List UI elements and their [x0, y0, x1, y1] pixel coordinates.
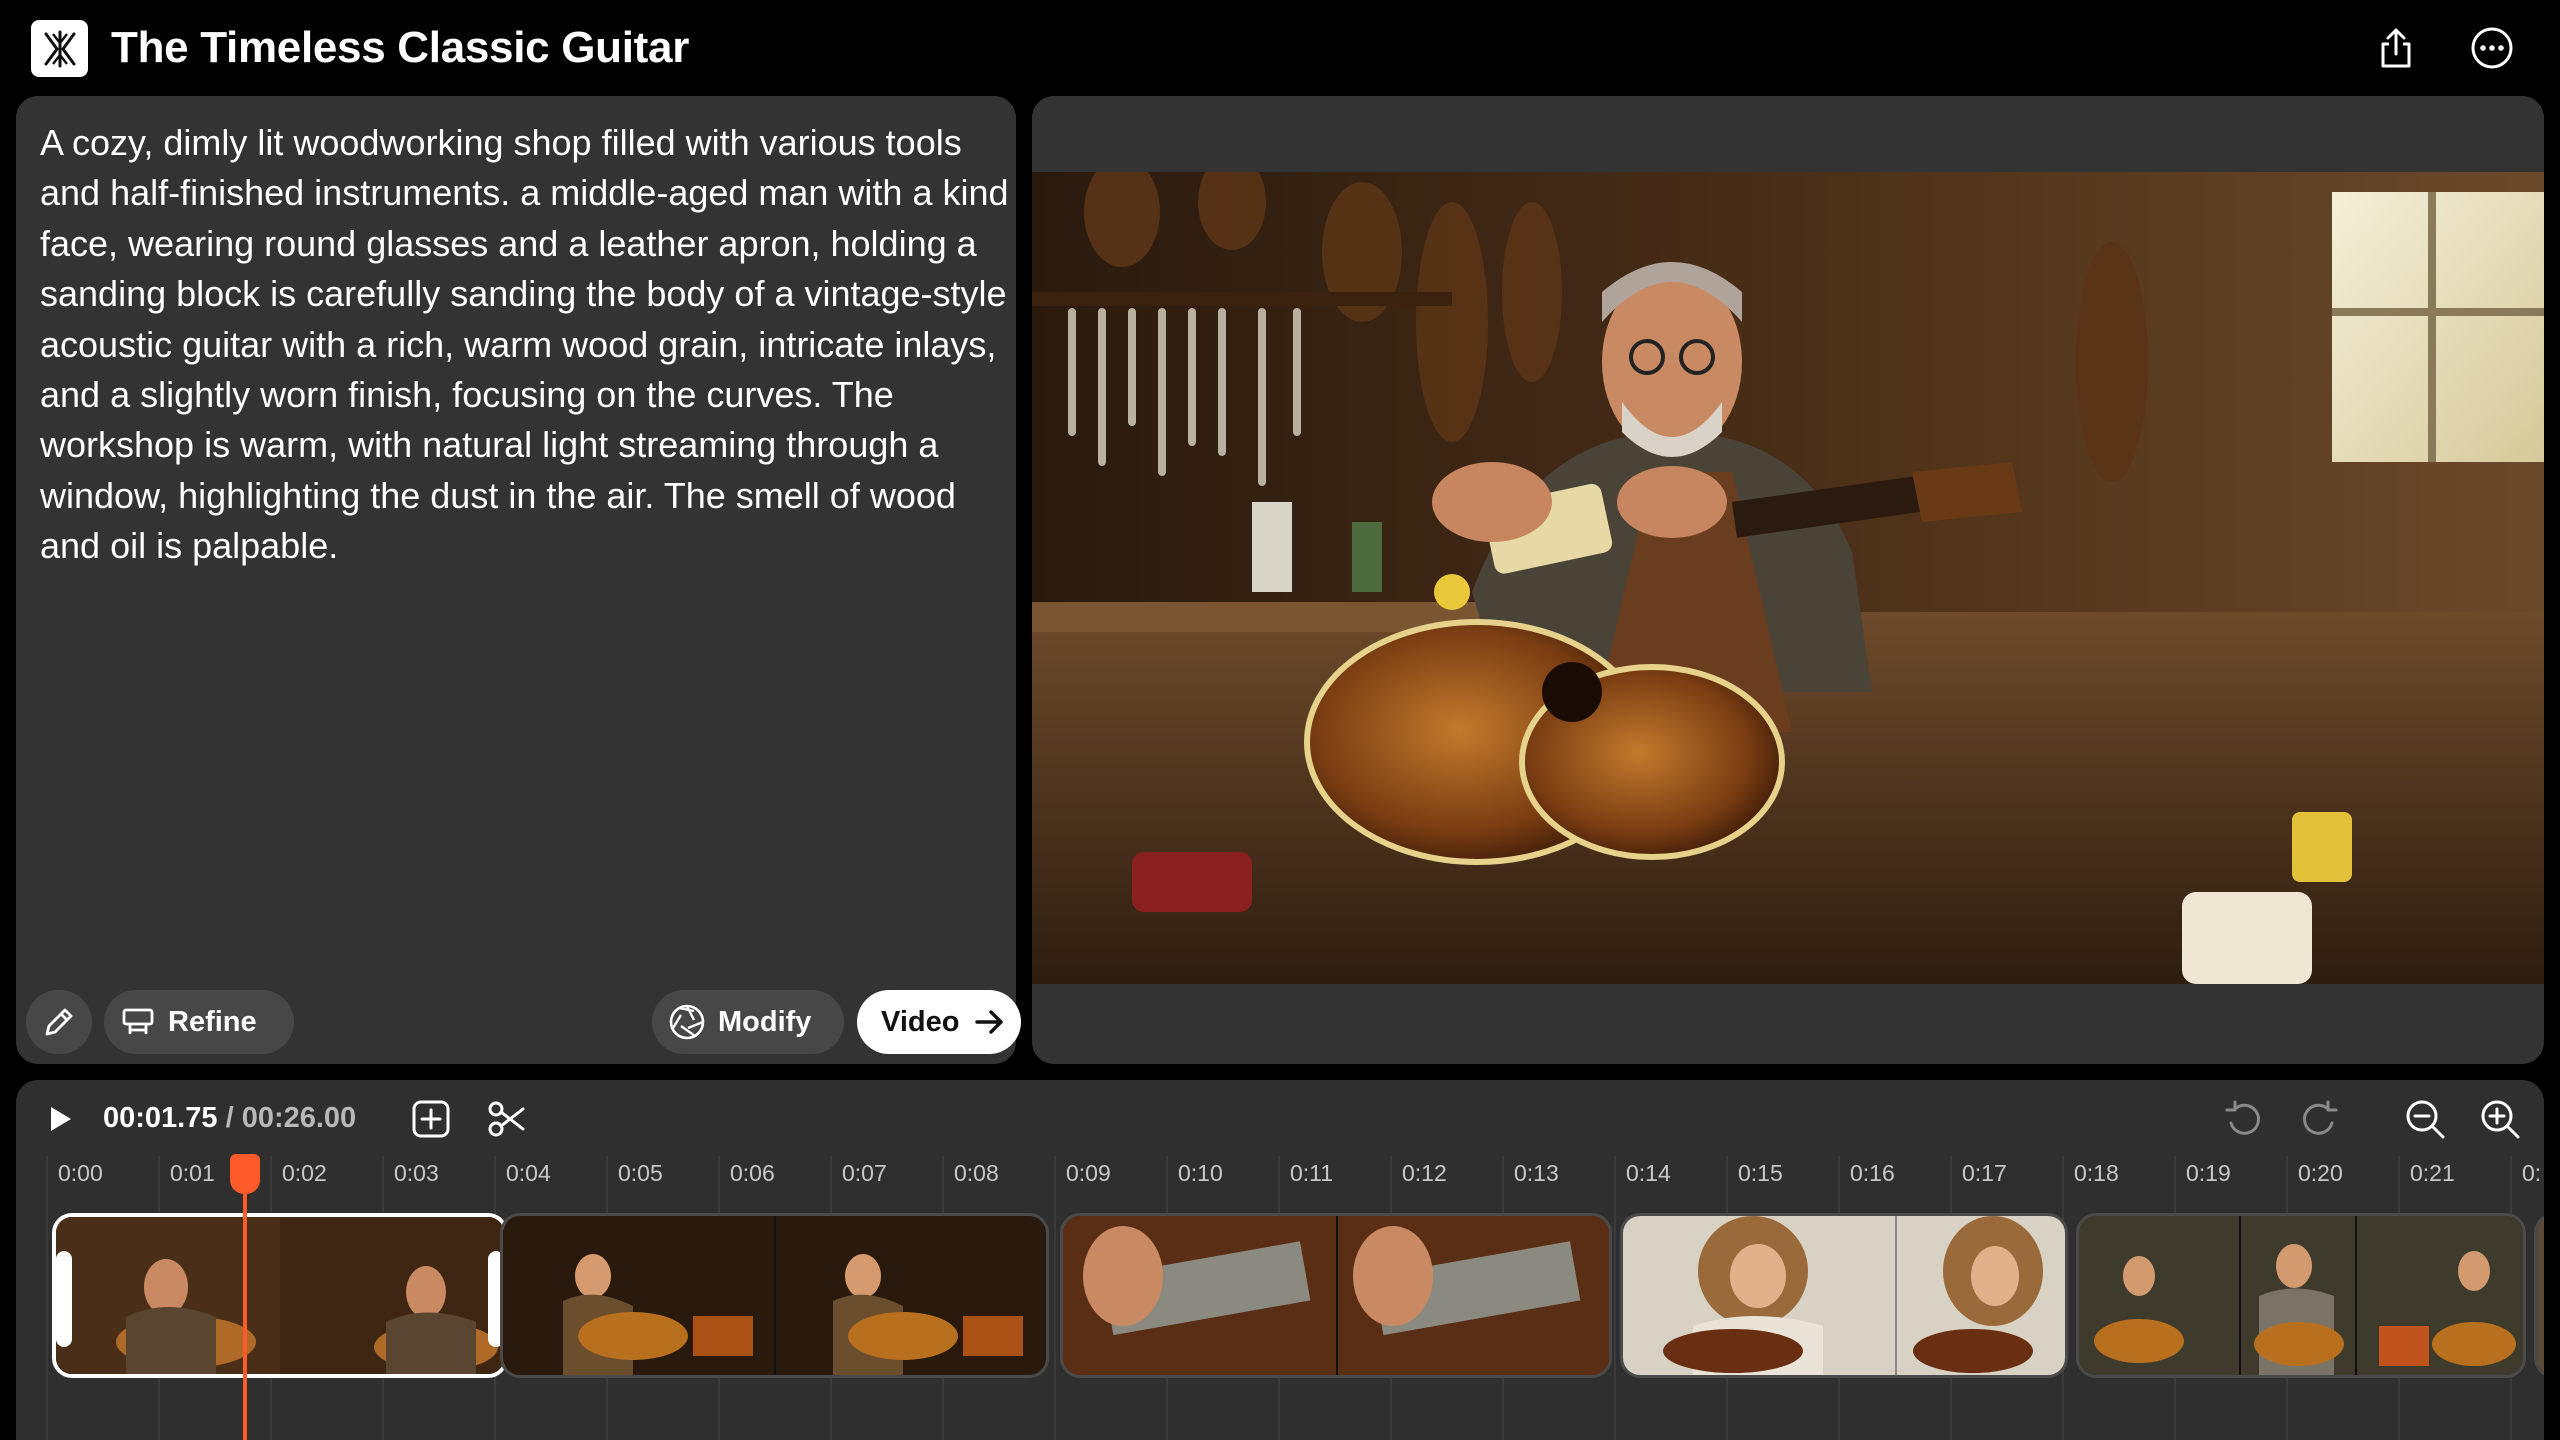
pencil-icon	[45, 1008, 73, 1036]
prompt-text[interactable]: A cozy, dimly lit woodworking shop fille…	[40, 118, 1010, 572]
redo-icon	[2303, 1100, 2338, 1135]
preview-image[interactable]	[1032, 172, 2544, 984]
tick-label: 0:03	[394, 1160, 439, 1186]
zoom-in-button[interactable]	[2475, 1094, 2525, 1144]
modify-button[interactable]: Modify	[652, 990, 844, 1054]
video-label: Video	[881, 1005, 960, 1038]
add-clip-button[interactable]	[406, 1094, 456, 1144]
more-options-icon[interactable]	[2466, 22, 2518, 74]
tick-label: 0:14	[1626, 1160, 1671, 1186]
undo-icon	[2225, 1100, 2260, 1135]
generate-video-button[interactable]: Video	[857, 990, 1021, 1054]
tick-label: 0:19	[2186, 1160, 2231, 1186]
tick-label: 0:13	[1514, 1160, 1559, 1186]
zoom-out-button[interactable]	[2400, 1094, 2450, 1144]
time-readout: 00:01.75 / 00:26.00	[103, 1098, 356, 1138]
plus-square-icon	[412, 1100, 450, 1138]
zoom-out-icon	[2406, 1100, 2445, 1139]
tick-line	[46, 1156, 48, 1440]
clip-luthier-sanding-guitar[interactable]	[52, 1213, 508, 1378]
tick-label: 0:21	[2410, 1160, 2455, 1186]
playhead-line	[243, 1156, 247, 1440]
aperture-icon	[669, 1004, 705, 1040]
tick-label: 0:16	[1850, 1160, 1895, 1186]
video-preview-panel	[1032, 96, 2544, 1064]
tick-label: 0:04	[506, 1160, 551, 1186]
split-clip-button[interactable]	[482, 1094, 532, 1144]
clip-partial[interactable]	[2534, 1213, 2544, 1378]
refine-label: Refine	[168, 1005, 257, 1038]
current-time: 00:01.75	[103, 1102, 218, 1134]
tick-label: 0:05	[618, 1160, 663, 1186]
tick-label: 0:18	[2074, 1160, 2119, 1186]
trim-handle-left[interactable]	[56, 1251, 72, 1347]
tick-label: 0:00	[58, 1160, 103, 1186]
tick-label: 0:11	[1290, 1160, 1334, 1186]
clip-woman-playing-guitar-fireplace[interactable]	[500, 1213, 1049, 1378]
timeline-panel: 00:01.75 / 00:26.00 0:00 0:01 0:02 0:03 …	[16, 1080, 2544, 1440]
zoom-in-icon	[2481, 1100, 2520, 1139]
tick-label: 0:15	[1738, 1160, 1783, 1186]
clip-curly-hair-woman-guitar[interactable]	[1620, 1213, 2068, 1378]
tick-line	[1054, 1156, 1056, 1440]
tick-label: 0:	[2522, 1160, 2542, 1186]
tick-label: 0:01	[170, 1160, 215, 1186]
tick-label: 0:06	[730, 1160, 775, 1186]
clip-hand-strumming-closeup[interactable]	[1060, 1213, 1612, 1378]
total-time: 00:26.00	[241, 1102, 357, 1134]
edit-button[interactable]	[26, 990, 92, 1054]
undo-button[interactable]	[2218, 1094, 2268, 1144]
top-bar: The Timeless Classic Guitar	[0, 0, 2560, 96]
refine-button[interactable]: Refine	[104, 990, 294, 1054]
playhead-handle[interactable]	[230, 1154, 260, 1194]
share-icon[interactable]	[2370, 22, 2422, 74]
arrow-right-icon	[975, 1010, 1004, 1034]
tick-label: 0:12	[1402, 1160, 1447, 1186]
tick-label: 0:09	[1066, 1160, 1111, 1186]
play-icon	[51, 1107, 71, 1131]
redo-button[interactable]	[2295, 1094, 2345, 1144]
refine-icon	[122, 1008, 154, 1034]
scissors-icon	[488, 1101, 525, 1137]
tick-label: 0:17	[1962, 1160, 2007, 1186]
app-logo-icon[interactable]	[31, 20, 88, 77]
tick-label: 0:08	[954, 1160, 999, 1186]
tick-label: 0:07	[842, 1160, 887, 1186]
play-button[interactable]	[35, 1094, 85, 1144]
tick-line	[1614, 1156, 1616, 1440]
tick-label: 0:20	[2298, 1160, 2343, 1186]
modify-label: Modify	[718, 1005, 812, 1038]
tick-label: 0:10	[1178, 1160, 1223, 1186]
time-separator: /	[225, 1102, 234, 1134]
prompt-panel: A cozy, dimly lit woodworking shop fille…	[16, 96, 1021, 1064]
clip-group-playing-guitars[interactable]	[2076, 1213, 2526, 1378]
tick-label: 0:02	[282, 1160, 327, 1186]
page-title: The Timeless Classic Guitar	[111, 23, 690, 72]
